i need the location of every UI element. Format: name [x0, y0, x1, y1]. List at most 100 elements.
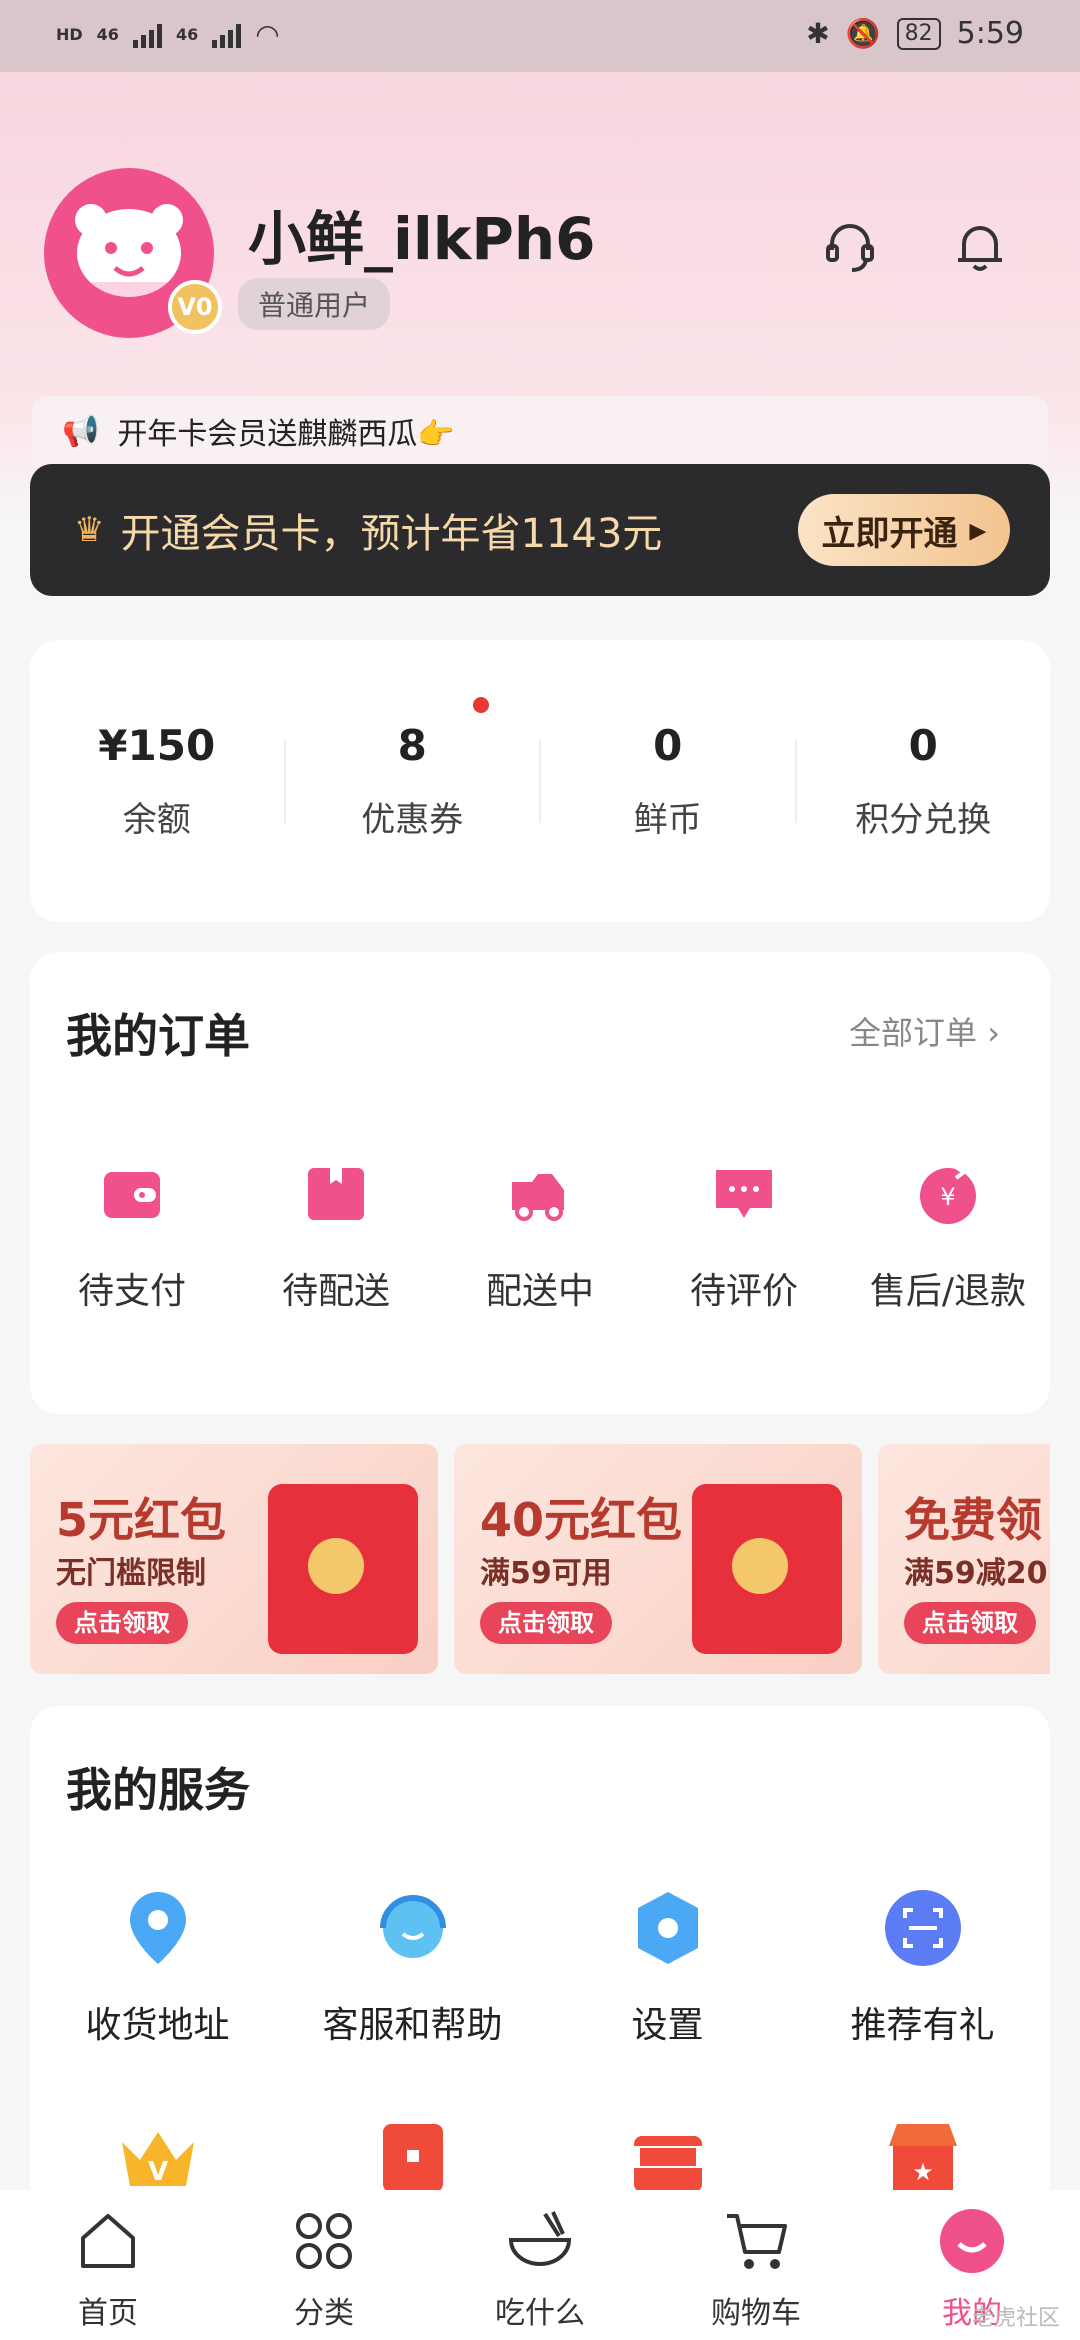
tab-label: 分类 [294, 2296, 354, 2331]
announcement-text: 开年卡会员送麒麟西瓜👉 [117, 417, 455, 452]
svg-text:¥: ¥ [940, 1183, 955, 1211]
comment-icon [716, 1170, 772, 1218]
service-settings[interactable]: 设置 [540, 1886, 795, 2048]
network-label-4g-1: 46 [96, 24, 119, 44]
coupon-banner[interactable]: 5元红包 无门槛限制 点击领取 [30, 1444, 438, 1674]
coupon-title: 40元红包 [480, 1493, 683, 1547]
tab-category[interactable]: 分类 [216, 2190, 432, 2340]
coin-icon [732, 1538, 788, 1594]
stat-label: 鲜币 [633, 800, 702, 840]
red-packet-icon [382, 2124, 443, 2192]
claim-button[interactable]: 点击领取 [480, 1602, 612, 1644]
coupon-banner[interactable]: 免费领 满59减20 点击领取 [878, 1444, 1050, 1674]
stat-balance[interactable]: ¥150 余额 [30, 721, 284, 841]
announcement-bar[interactable]: 📢 开年卡会员送麒麟西瓜👉 [32, 396, 1048, 466]
crown-icon: ♛ [74, 510, 105, 550]
megaphone-icon: 📢 [62, 413, 100, 449]
tab-home[interactable]: 首页 [0, 2190, 216, 2340]
truck-icon [512, 1174, 564, 1221]
user-level-tag: 普通用户 [238, 278, 391, 330]
tab-what-to-eat[interactable]: 吃什么 [432, 2190, 648, 2340]
orders-title: 我的订单 [66, 1009, 250, 1063]
all-orders-label: 全部订单 [849, 1014, 978, 1052]
coupon-title: 免费领 [904, 1493, 1042, 1547]
open-vip-button-label: 立即开通 [821, 513, 958, 554]
orders-card: 我的订单 全部订单 › 待支付 待配送 配送中 待评价 ¥ 售后/退款 [30, 952, 1050, 1414]
grid-icon [296, 2213, 352, 2269]
open-vip-button[interactable]: 立即开通 ▸ [798, 494, 1010, 566]
coupon-banner-row: 5元红包 无门槛限制 点击领取 40元红包 满59可用 点击领取 免费领 满59… [30, 1444, 1050, 1674]
vip-promo-bar[interactable]: ♛ 开通会员卡，预计年省1143元 立即开通 ▸ [30, 464, 1050, 596]
order-pending-payment[interactable]: 待支付 [30, 1162, 234, 1314]
network-label-4g-2: 46 [175, 24, 199, 44]
settings-icon [637, 1892, 698, 1964]
support-icon [379, 1895, 446, 1958]
notification-dot [473, 697, 489, 713]
bowl-icon [508, 2211, 572, 2266]
network-label: HD [56, 24, 83, 44]
order-in-delivery[interactable]: 配送中 [438, 1162, 642, 1314]
box-icon [308, 1168, 364, 1220]
status-time: 5:59 [956, 16, 1024, 51]
watermark: 老虎社区 [971, 2306, 1060, 2331]
stat-value: ¥150 [98, 721, 216, 770]
stat-value: 0 [653, 721, 683, 770]
signal-icon-2 [212, 22, 242, 48]
scan-icon [884, 1890, 961, 1966]
mute-icon: 🔕 [845, 17, 881, 50]
service-label: 客服和帮助 [322, 2005, 503, 2046]
coupon-subtitle: 满59可用 [480, 1556, 612, 1591]
vip-level-badge: V0 [168, 280, 222, 334]
order-pending-review[interactable]: 待评价 [642, 1162, 846, 1314]
customer-service-icon[interactable] [820, 216, 880, 276]
bear-avatar-icon [75, 204, 183, 298]
order-label: 售后/退款 [869, 1271, 1027, 1312]
bell-icon[interactable] [950, 216, 1010, 276]
service-referral[interactable]: 推荐有礼 [795, 1886, 1050, 2048]
signal-icon [132, 22, 162, 48]
refund-icon: ¥ [920, 1164, 976, 1224]
svg-text:V: V [147, 2157, 167, 2187]
tab-cart[interactable]: 购物车 [648, 2190, 864, 2340]
order-label: 配送中 [485, 1271, 594, 1312]
location-icon [129, 1892, 186, 1964]
coin-icon [308, 1538, 364, 1594]
status-bar: HD 46 46 ◠ ✱ 🔕 82 5:59 [0, 0, 1080, 72]
free-gift-icon [633, 2136, 702, 2192]
order-label: 待配送 [281, 1271, 390, 1312]
all-orders-link[interactable]: 全部订单 › [849, 1008, 1000, 1054]
coupon-subtitle: 满59减20 [904, 1556, 1048, 1591]
stat-points[interactable]: 0 积分兑换 [797, 721, 1051, 841]
stat-value: 0 [908, 721, 938, 770]
order-pending-delivery[interactable]: 待配送 [234, 1162, 438, 1314]
stat-label: 余额 [122, 800, 191, 840]
service-label: 设置 [631, 2005, 704, 2046]
tab-label: 购物车 [711, 2296, 801, 2331]
stat-label: 积分兑换 [855, 800, 992, 840]
service-support[interactable]: 客服和帮助 [285, 1886, 540, 2048]
service-label: 推荐有礼 [850, 2005, 995, 2046]
service-address[interactable]: 收货地址 [30, 1886, 285, 2048]
tab-label: 首页 [78, 2296, 138, 2331]
tab-label: 吃什么 [495, 2296, 585, 2331]
vip-promo-text: 开通会员卡，预计年省1143元 [120, 511, 663, 557]
bluetooth-icon: ✱ [806, 17, 830, 50]
vip-crown-icon: V [121, 2132, 194, 2187]
claim-button[interactable]: 点击领取 [56, 1602, 188, 1644]
battery-indicator: 82 [896, 17, 941, 50]
service-label: 收货地址 [85, 2005, 230, 2046]
assets-card: ¥150 余额 8 优惠券 0 鲜币 0 积分兑换 [30, 640, 1050, 922]
order-after-sales[interactable]: ¥ 售后/退款 [846, 1162, 1050, 1314]
home-icon [81, 2214, 135, 2268]
coupon-banner[interactable]: 40元红包 满59可用 点击领取 [454, 1444, 862, 1674]
stat-coupons[interactable]: 8 优惠券 [286, 697, 540, 841]
coupon-title: 5元红包 [56, 1493, 227, 1547]
coupon-subtitle: 无门槛限制 [56, 1556, 206, 1591]
wallet-icon [104, 1172, 160, 1218]
username: 小鲜_ilkPh6 [248, 205, 596, 273]
profile-icon [940, 2209, 1004, 2273]
stat-fresh-coins[interactable]: 0 鲜币 [541, 721, 795, 841]
claim-button[interactable]: 点击领取 [904, 1602, 1036, 1644]
order-label: 待支付 [77, 1271, 186, 1312]
wifi-icon: ◠ [255, 18, 280, 51]
